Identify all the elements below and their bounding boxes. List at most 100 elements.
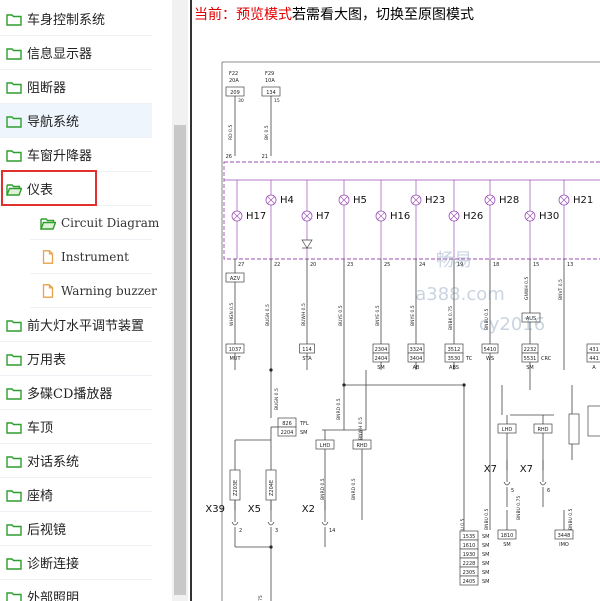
wire-label: BNBK 0.75: [448, 306, 454, 330]
pin-number: 26: [226, 154, 232, 160]
tree-item-label: 诊断连接: [27, 557, 80, 572]
tree-item[interactable]: 对话系统: [0, 444, 152, 478]
ref-number: 2305: [463, 570, 476, 576]
ref-number: 5410: [484, 347, 497, 353]
variant-label: LHD: [320, 443, 331, 449]
tree-item[interactable]: 导航系统: [0, 104, 152, 138]
tree-scrollbar[interactable]: [172, 0, 188, 601]
tree-item[interactable]: 车窗升降器: [0, 138, 152, 172]
ref-number: 114: [302, 347, 312, 353]
wire-label: BK 0.5: [264, 125, 270, 140]
mode-prefix: 当前：: [194, 7, 236, 23]
lamp-label: H7: [316, 211, 330, 222]
wire-label: BNYE 0.5: [410, 305, 416, 326]
tree-item[interactable]: 车身控制系统: [0, 2, 152, 36]
switch-contact: [231, 521, 239, 526]
tree-item[interactable]: 多碟CD播放器: [0, 376, 152, 410]
pin-number: 5: [511, 488, 514, 494]
tree-item-label: 导航系统: [27, 115, 80, 130]
wire-label: BNYE 0.5: [375, 305, 381, 326]
watermark-text: 畅易: [436, 250, 472, 271]
ref-label: CRC: [541, 356, 552, 362]
pin-number: 22: [274, 262, 280, 268]
tree-item-label: 后视镜: [27, 523, 67, 538]
ref-number: 1810: [501, 533, 514, 539]
switch-label: X5: [248, 504, 261, 515]
pin-number: 6: [547, 488, 550, 494]
mode-link-preview[interactable]: 预览模式: [236, 7, 292, 23]
scrollbar-thumb[interactable]: [174, 125, 186, 595]
tree-item[interactable]: Warning buzzer: [30, 274, 157, 308]
mode-bar: 当前：预览模式若需看大图，切换至原图模式: [194, 4, 474, 24]
wire-label: BNWH 0.5: [358, 417, 364, 440]
junction-dot: [462, 383, 466, 387]
wire-label: BUGN 0.75: [258, 595, 264, 601]
tree-item[interactable]: 诊断连接: [0, 546, 152, 580]
folder-icon: [6, 420, 22, 434]
folder-icon: [6, 318, 22, 332]
tree-item[interactable]: 外部照明: [0, 580, 152, 601]
switch-contact: [321, 521, 329, 526]
lamp-label: H23: [425, 195, 445, 206]
wiring-diagram: F2220A209RD 0.53026F2910A134BK 0.51521H1…: [205, 61, 600, 601]
folder-icon: [6, 386, 22, 400]
folder-icon: [6, 352, 22, 366]
folder-icon: [6, 488, 22, 502]
ref-number: 1037: [229, 347, 242, 353]
tree-item[interactable]: 信息显示器: [0, 36, 152, 70]
ref-label: TC: [465, 356, 473, 362]
ref-number: 1610: [463, 543, 476, 549]
tree-item[interactable]: Circuit Diagram: [30, 206, 159, 240]
tree-item-label: 座椅: [27, 489, 54, 504]
folder-icon: [6, 522, 22, 536]
switch-label: X2: [302, 504, 315, 515]
tree-item-label: 阻断器: [27, 81, 67, 96]
switch-wire-label: Z204E: [269, 480, 275, 496]
selection-highlight: [1, 170, 97, 206]
fuse-rating: 20A: [229, 78, 239, 84]
folder-icon: [6, 148, 22, 162]
ref-label: TFL: [299, 421, 309, 427]
ref-label: SM: [482, 534, 490, 540]
diagram-viewer: 当前：预览模式若需看大图，切换至原图模式 F22 20A 209 RD 0.5 30 26…: [190, 0, 600, 601]
ref-label: SM: [377, 365, 385, 371]
tree-item-label: 前大灯水平调节装置: [27, 319, 145, 334]
ref-number: 2232: [524, 347, 537, 353]
folder-icon: [6, 46, 22, 60]
lamp-label: H16: [390, 211, 410, 222]
folder-icon: [6, 556, 22, 570]
ref-number: 3404: [410, 356, 423, 362]
folder-icon: [6, 114, 22, 128]
tree-item[interactable]: 后视镜: [0, 512, 152, 546]
ref-label: ABS: [449, 365, 459, 371]
ref-label: MUT: [229, 356, 241, 362]
variant-label: RHD: [537, 427, 548, 433]
tree-item[interactable]: 座椅: [0, 478, 152, 512]
tree-item-label: 万用表: [27, 353, 67, 368]
ref-number: 441: [589, 356, 599, 362]
ref-label: WS: [486, 356, 494, 362]
ref-number: 826: [282, 421, 292, 427]
tree-item[interactable]: 前大灯水平调节装置: [0, 308, 152, 342]
pin-number: 3: [275, 528, 278, 534]
tree-item[interactable]: 万用表: [0, 342, 152, 376]
lamp-label: H4: [280, 195, 294, 206]
mode-switch-hint[interactable]: 若需看大图，切换至原图模式: [292, 7, 474, 23]
wire-label: RD 0.5: [228, 125, 234, 140]
wire-label: BNVT 0.5: [558, 279, 564, 300]
tree-item[interactable]: Instrument: [30, 240, 152, 274]
fuse-pin: 209: [230, 90, 240, 96]
lamp-label: H28: [499, 195, 519, 206]
wire-label: BUGN 0.5: [265, 304, 271, 326]
pin-number: 14: [329, 528, 335, 534]
ref-number: 2204: [281, 430, 294, 436]
pin-number: 18: [493, 262, 499, 268]
switch-label: X7: [520, 464, 533, 475]
tree-item[interactable]: 车顶: [0, 410, 152, 444]
tree-item[interactable]: 阻断器: [0, 70, 152, 104]
document-icon: [40, 283, 56, 298]
watermark-text: a388.com: [415, 284, 505, 305]
connector-box: [587, 405, 600, 437]
ref-number: 3324: [410, 347, 423, 353]
ref-label: A: [592, 365, 596, 371]
